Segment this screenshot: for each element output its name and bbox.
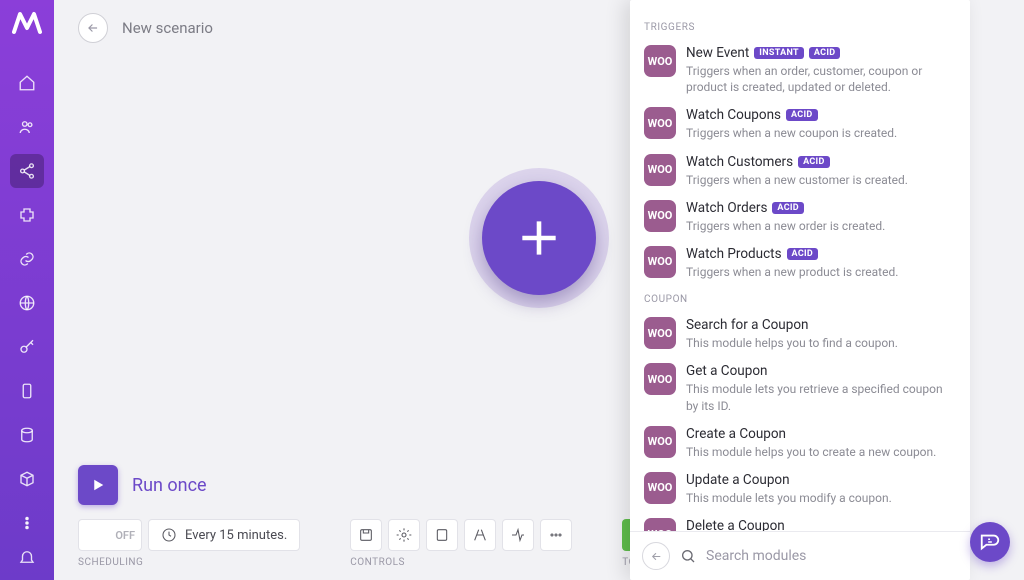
module-title: Get a Coupon	[686, 363, 956, 379]
module-item[interactable]: WOO Watch CustomersACID Triggers when a ne…	[642, 148, 958, 194]
add-module-wrap	[469, 168, 609, 308]
section-header: COUPON	[644, 294, 958, 305]
module-panel: TRIGGERSWOONew EventINSTANTACIDTriggers …	[630, 0, 970, 580]
module-item[interactable]: WOONew EventINSTANTACIDTriggers when an …	[642, 39, 958, 101]
module-title: Update a Coupon	[686, 472, 956, 488]
scheduling-label: SCHEDULING	[78, 557, 300, 568]
plus-halo	[469, 168, 609, 308]
control-save[interactable]	[350, 519, 382, 551]
nav-users[interactable]	[10, 110, 44, 144]
module-title: Watch ProductsACID	[686, 246, 956, 262]
module-desc: This module lets you modify a coupon.	[686, 490, 956, 506]
nav-key[interactable]	[10, 330, 44, 364]
woo-icon: WOO	[644, 426, 676, 458]
module-item[interactable]: WOODelete a CouponThis module helps you …	[642, 512, 958, 531]
module-item[interactable]: WOO Update a Coupon This module lets you m…	[642, 466, 958, 512]
nav-database[interactable]	[10, 418, 44, 452]
module-item[interactable]: WOO Watch CouponsACID Triggers when a new …	[642, 101, 958, 147]
nav-home[interactable]	[10, 66, 44, 100]
module-search-input[interactable]	[706, 548, 958, 564]
control-notes[interactable]	[426, 519, 458, 551]
woo-icon: WOO	[644, 45, 676, 77]
woo-icon: WOO	[644, 518, 676, 531]
module-title: New EventINSTANTACID	[686, 45, 956, 61]
nav-icons	[10, 66, 44, 540]
module-item[interactable]: WOO Watch OrdersACID Triggers when a new o…	[642, 194, 958, 240]
module-title: Search for a Coupon	[686, 317, 956, 333]
module-desc: This module helps you to create a new co…	[686, 444, 956, 460]
module-item[interactable]: WOO Search for a Coupon This module helps …	[642, 311, 958, 357]
controls-label: CONTROLS	[350, 557, 572, 568]
woo-icon: WOO	[644, 317, 676, 349]
run-once-label: Run once	[132, 475, 207, 496]
module-desc: Triggers when a new product is created.	[686, 264, 956, 280]
woo-icon: WOO	[644, 246, 676, 278]
module-desc: Triggers when a new customer is created.	[686, 172, 956, 188]
scheduling-toggle[interactable]: OFF	[78, 519, 142, 551]
control-explain[interactable]	[502, 519, 534, 551]
nav-link[interactable]	[10, 242, 44, 276]
control-settings[interactable]	[388, 519, 420, 551]
help-fab[interactable]	[970, 522, 1010, 562]
tag-instant: INSTANT	[754, 47, 804, 59]
control-autoalign[interactable]	[464, 519, 496, 551]
control-more[interactable]	[540, 519, 572, 551]
module-desc: Triggers when an order, customer, coupon…	[686, 63, 956, 95]
tag-acid: ACID	[786, 109, 818, 121]
search-icon	[680, 548, 696, 564]
woo-icon: WOO	[644, 363, 676, 395]
tag-acid: ACID	[787, 248, 819, 260]
nav-puzzle[interactable]	[10, 198, 44, 232]
sidebar-bottom: ?	[10, 540, 44, 580]
module-item[interactable]: WOO Watch ProductsACID Triggers when a new…	[642, 240, 958, 286]
woo-icon: WOO	[644, 107, 676, 139]
woo-icon: WOO	[644, 154, 676, 186]
tag-acid: ACID	[809, 47, 841, 59]
module-item[interactable]: WOO Get a Coupon This module lets you retr…	[642, 357, 958, 419]
left-sidebar: ?	[0, 0, 54, 580]
module-desc: This module lets you retrieve a specifie…	[686, 381, 956, 413]
panel-search-bar	[630, 531, 970, 580]
nav-more[interactable]	[10, 506, 44, 540]
nav-phone[interactable]	[10, 374, 44, 408]
module-desc: Triggers when a new order is created.	[686, 218, 956, 234]
nav-share[interactable]	[10, 154, 44, 188]
module-list[interactable]: TRIGGERSWOONew EventINSTANTACIDTriggers …	[630, 0, 970, 531]
module-title: Delete a Coupon	[686, 518, 956, 531]
woo-icon: WOO	[644, 472, 676, 504]
nav-bell[interactable]	[10, 540, 44, 574]
section-header: TRIGGERS	[644, 22, 958, 33]
panel-back-button[interactable]	[642, 542, 670, 570]
module-item[interactable]: WOO Create a Coupon This module helps you …	[642, 420, 958, 466]
nav-globe[interactable]	[10, 286, 44, 320]
schedule-pill[interactable]: Every 15 minutes.	[148, 519, 300, 551]
tag-acid: ACID	[772, 202, 804, 214]
module-title: Watch OrdersACID	[686, 200, 956, 216]
woo-icon: WOO	[644, 200, 676, 232]
module-title: Watch CustomersACID	[686, 154, 956, 170]
run-once-button[interactable]	[78, 465, 118, 505]
add-module-button[interactable]	[482, 181, 596, 295]
nav-cube[interactable]	[10, 462, 44, 496]
module-desc: This module helps you to find a coupon.	[686, 335, 956, 351]
app-logo	[12, 10, 42, 36]
module-desc: Triggers when a new coupon is created.	[686, 125, 956, 141]
schedule-text: Every 15 minutes.	[185, 528, 287, 543]
tag-acid: ACID	[798, 156, 830, 168]
module-title: Create a Coupon	[686, 426, 956, 442]
module-title: Watch CouponsACID	[686, 107, 956, 123]
